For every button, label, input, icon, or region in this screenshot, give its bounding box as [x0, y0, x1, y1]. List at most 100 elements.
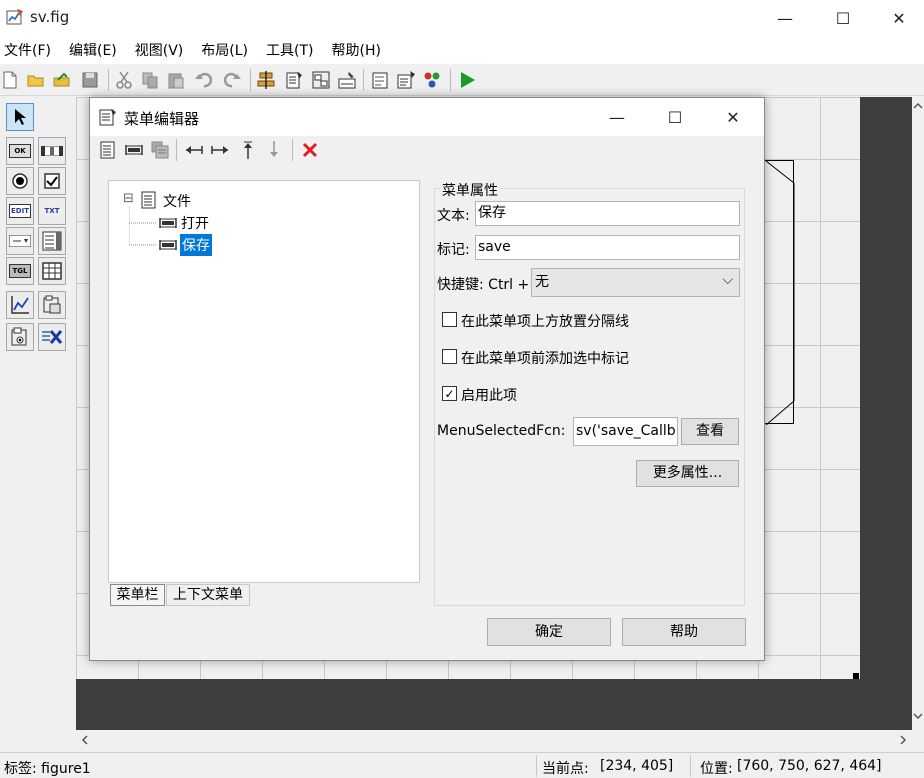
save-icon[interactable]: [80, 70, 100, 90]
activex-tool[interactable]: [38, 323, 66, 351]
tree-node-open[interactable]: 打开: [181, 213, 209, 233]
toggle-button-tool[interactable]: TGL: [6, 257, 34, 285]
slider-tool[interactable]: [38, 137, 66, 165]
table-tool[interactable]: [38, 257, 66, 285]
maximize-button[interactable]: ☐: [820, 0, 866, 36]
static-text-tool[interactable]: TXT: [38, 197, 66, 225]
cut-icon[interactable]: [114, 70, 134, 90]
view-button[interactable]: 查看: [681, 418, 739, 445]
dialog-minimize-button[interactable]: —: [588, 98, 646, 136]
menu-tree[interactable]: ⊟ 文件 打开 保存: [108, 180, 420, 583]
minimize-button[interactable]: —: [762, 0, 808, 36]
editor-icon[interactable]: [370, 70, 390, 90]
ok-button[interactable]: 确定: [487, 618, 611, 646]
scroll-left-icon[interactable]: [80, 735, 90, 745]
move-down-icon[interactable]: [264, 140, 284, 160]
static-text-icon: TXT: [41, 204, 63, 218]
menu-tools[interactable]: 工具(T): [266, 40, 313, 60]
copy-icon[interactable]: [140, 70, 160, 90]
toolbar-separator: [292, 139, 293, 161]
main-title-bar: sv.fig — ☐ ✕: [0, 0, 924, 36]
text-field[interactable]: 保存: [475, 201, 740, 226]
dialog-title-bar: 菜单编辑器 — ☐ ✕: [90, 98, 764, 136]
menu-editor-dialog: 菜单编辑器 — ☐ ✕ ⊟ 文件 打开 保存 菜单栏 上下文菜单 菜单属性 文本…: [89, 97, 765, 661]
toolbar-separator: [450, 69, 451, 91]
pushbutton-tool[interactable]: OK: [6, 137, 34, 165]
edit-text-icon: EDIT: [9, 204, 31, 218]
button-group-tool[interactable]: [6, 323, 34, 351]
menu-help[interactable]: 帮助(H): [332, 40, 381, 60]
more-properties-button[interactable]: 更多属性...: [636, 460, 739, 487]
object-browser-icon[interactable]: [422, 70, 442, 90]
check-mark-checkbox[interactable]: [442, 349, 457, 364]
window-title: sv.fig: [30, 8, 70, 26]
paste-icon[interactable]: [166, 70, 186, 90]
menu-properties-title: 菜单属性: [440, 180, 500, 200]
scroll-down-icon[interactable]: [913, 711, 923, 721]
check-mark-label: 在此菜单项前添加选中标记: [461, 351, 629, 367]
callback-field[interactable]: sv('save_Callb: [573, 417, 678, 446]
menu-editor-icon[interactable]: [284, 70, 304, 90]
toolbar-editor-icon[interactable]: [337, 70, 357, 90]
menu-item-icon: [159, 218, 177, 228]
main-toolbar: [0, 64, 924, 96]
move-right-icon[interactable]: [210, 140, 230, 160]
open-folder-icon[interactable]: [26, 70, 46, 90]
menu-file[interactable]: 文件(F): [4, 40, 51, 60]
slider-icon: [41, 146, 63, 156]
align-objects-icon[interactable]: [256, 70, 276, 90]
scroll-right-icon[interactable]: [898, 735, 908, 745]
enable-checkbox[interactable]: ✓: [442, 386, 457, 401]
property-inspector-icon[interactable]: [396, 70, 416, 90]
pointer-tool[interactable]: [6, 103, 34, 131]
vertical-scrollbar[interactable]: [912, 97, 924, 730]
radiobutton-icon: [12, 173, 28, 189]
tab-context-menu[interactable]: 上下文菜单: [166, 584, 250, 606]
delete-icon[interactable]: [300, 140, 320, 160]
redo-icon[interactable]: [222, 70, 242, 90]
radiobutton-tool[interactable]: [6, 167, 34, 195]
menu-edit[interactable]: 编辑(E): [69, 40, 117, 60]
move-up-icon[interactable]: [238, 140, 258, 160]
shortcut-select[interactable]: 无 ⌵: [531, 268, 740, 297]
menu-view[interactable]: 视图(V): [135, 40, 184, 60]
horizontal-scrollbar[interactable]: [76, 730, 912, 750]
tab-order-editor-icon[interactable]: [311, 70, 331, 90]
tree-node-file[interactable]: 文件: [163, 191, 191, 211]
tab-menubar[interactable]: 菜单栏: [110, 584, 165, 606]
tag-field[interactable]: save: [475, 235, 740, 260]
toolbar-separator: [176, 139, 177, 161]
move-left-icon[interactable]: [184, 140, 204, 160]
new-file-icon[interactable]: [0, 70, 20, 90]
new-menu-icon[interactable]: [98, 140, 118, 160]
menu-editor-icon: [99, 109, 116, 126]
listbox-tool[interactable]: [38, 227, 66, 255]
popup-menu-tool[interactable]: [6, 227, 34, 255]
enable-label: 启用此项: [461, 388, 517, 404]
resize-handle[interactable]: [853, 673, 859, 679]
menu-layout[interactable]: 布局(L): [201, 40, 248, 60]
panel-tool[interactable]: [38, 291, 66, 319]
new-context-menu-icon[interactable]: [150, 140, 170, 160]
axes-tool[interactable]: [6, 291, 34, 319]
new-menu-item-icon[interactable]: [124, 140, 144, 160]
checkbox-tool[interactable]: [38, 167, 66, 195]
help-button[interactable]: 帮助: [622, 618, 746, 646]
checkbox-icon: [44, 173, 60, 189]
open-recent-icon[interactable]: [52, 70, 72, 90]
separator-checkbox[interactable]: [442, 312, 457, 327]
run-icon[interactable]: [457, 70, 477, 90]
dialog-close-button[interactable]: ✕: [704, 98, 762, 136]
current-point-label: 当前点:: [542, 761, 589, 777]
pushbutton-icon: OK: [9, 144, 31, 158]
close-button[interactable]: ✕: [876, 0, 922, 36]
tree-node-save-selected[interactable]: 保存: [180, 234, 212, 256]
status-separator: [536, 755, 537, 777]
listbox-icon: [42, 231, 62, 251]
collapse-toggle[interactable]: ⊟: [123, 191, 134, 206]
edit-text-tool[interactable]: EDIT: [6, 197, 34, 225]
dialog-maximize-button[interactable]: ☐: [646, 98, 704, 136]
undo-icon[interactable]: [194, 70, 214, 90]
dialog-toolbar: [90, 136, 764, 164]
scroll-up-icon[interactable]: [913, 101, 923, 111]
